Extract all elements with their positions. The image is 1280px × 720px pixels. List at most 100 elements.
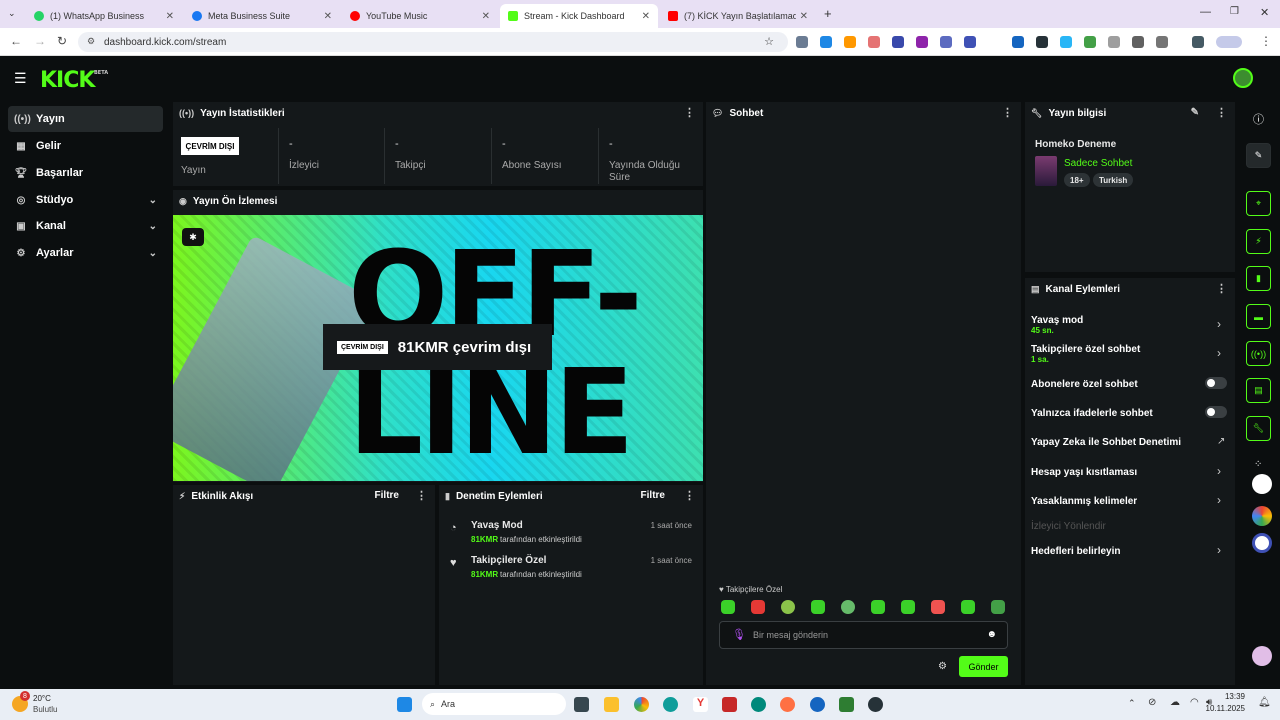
extension-icon[interactable] bbox=[892, 36, 904, 48]
more-options-icon[interactable]: ⋮ bbox=[416, 489, 427, 502]
forward-icon[interactable]: → bbox=[34, 34, 46, 48]
emote-icon[interactable] bbox=[901, 600, 915, 614]
filter-button[interactable]: Filtre bbox=[375, 490, 399, 501]
tab-youtube-music[interactable]: YouTube Music ✕ bbox=[342, 4, 498, 28]
task-view-icon[interactable] bbox=[574, 697, 589, 712]
action-followers-only[interactable]: Takipçilere özel sohbet 1 sa. bbox=[1031, 344, 1140, 364]
subscribers-only-toggle[interactable] bbox=[1205, 377, 1227, 389]
more-options-icon[interactable]: ⋮ bbox=[1216, 106, 1227, 119]
extension-icon[interactable] bbox=[1012, 36, 1024, 48]
extension-icon[interactable] bbox=[940, 36, 952, 48]
tab-youtube-video[interactable]: (7) KİCK Yayın Başlatılamadı Hat... ✕ bbox=[660, 4, 816, 28]
app-icon[interactable] bbox=[868, 697, 883, 712]
sidebar-extension-icon[interactable] bbox=[1252, 533, 1272, 553]
kick-logo[interactable]: KICK BETA bbox=[40, 68, 108, 93]
clock-time[interactable]: 13:39 bbox=[1221, 692, 1245, 701]
external-link-icon[interactable]: ↗ bbox=[1217, 436, 1225, 447]
filter-button[interactable]: Filtre bbox=[641, 490, 665, 501]
info-icon[interactable]: ⓘ bbox=[1253, 111, 1264, 127]
acrobat-icon[interactable] bbox=[722, 697, 737, 712]
action-banned-words[interactable]: Yasaklanmış kelimeler bbox=[1031, 496, 1137, 507]
sidebar-item-gelir[interactable]: ▦ Gelir bbox=[8, 133, 163, 159]
more-options-icon[interactable]: ⋮ bbox=[1216, 282, 1227, 295]
tab-meta-business[interactable]: Meta Business Suite ✕ bbox=[184, 4, 340, 28]
chevron-right-icon[interactable]: › bbox=[1217, 346, 1221, 360]
bookmark-star-icon[interactable]: ☆ bbox=[764, 35, 774, 48]
tab-whatsapp[interactable]: (1) WhatsApp Business ✕ bbox=[26, 4, 182, 28]
avatar[interactable] bbox=[1233, 68, 1253, 88]
minimize-icon[interactable]: — bbox=[1200, 6, 1211, 18]
extension-icon[interactable] bbox=[1060, 36, 1072, 48]
channel-actions-icon[interactable]: ▤ bbox=[1246, 378, 1271, 403]
scan-icon[interactable]: ⌖ bbox=[1246, 191, 1271, 216]
action-goals[interactable]: Hedefleri belirleyin bbox=[1031, 546, 1120, 557]
edit-pencil-icon[interactable]: ✎ bbox=[1191, 107, 1199, 118]
edge-icon[interactable] bbox=[663, 697, 678, 712]
sidebar-extension-icon[interactable] bbox=[1252, 506, 1272, 526]
close-icon[interactable]: ✕ bbox=[482, 11, 490, 22]
sidebar-item-basarilar[interactable]: 🏆︎ Başarılar bbox=[8, 160, 163, 186]
chrome-icon[interactable] bbox=[634, 697, 649, 712]
emote-icon[interactable] bbox=[931, 600, 945, 614]
more-options-icon[interactable]: ⋮ bbox=[1002, 106, 1013, 119]
tab-kick-dashboard[interactable]: Stream - Kick Dashboard ✕ bbox=[500, 4, 658, 28]
weather-temp[interactable]: 20°C bbox=[33, 694, 51, 703]
window-close-icon[interactable]: ✕ bbox=[1260, 6, 1269, 19]
onedrive-icon[interactable]: ☁ bbox=[1170, 697, 1180, 708]
firefox-icon[interactable] bbox=[780, 697, 795, 712]
wrench-icon[interactable]: 🔧︎ bbox=[1246, 416, 1271, 441]
emote-icon[interactable] bbox=[841, 600, 855, 614]
emote-icon[interactable] bbox=[811, 600, 825, 614]
more-options-icon[interactable]: ⋮ bbox=[684, 489, 695, 502]
emoji-icon[interactable]: ☻ bbox=[986, 629, 997, 640]
tray-chevron-up-icon[interactable]: ⌃ bbox=[1128, 698, 1136, 709]
more-options-icon[interactable]: ⋮ bbox=[684, 106, 695, 119]
extension-icon[interactable] bbox=[1132, 36, 1144, 48]
clock-date[interactable]: 10.11.2025 bbox=[1202, 704, 1245, 713]
sidebar-item-yayin[interactable]: ((•)) Yayın bbox=[8, 106, 163, 132]
emote-icon[interactable] bbox=[721, 600, 735, 614]
emote-icon[interactable] bbox=[751, 600, 765, 614]
moderation-icon[interactable]: ▮ bbox=[1246, 266, 1271, 291]
close-icon[interactable]: ✕ bbox=[166, 11, 174, 22]
chat-message-input[interactable]: 🎙︎ Bir mesaj gönderin ☻ bbox=[719, 621, 1008, 649]
extension-icon[interactable] bbox=[1108, 36, 1120, 48]
lightning-icon[interactable]: ⚡︎ bbox=[1246, 229, 1271, 254]
extension-icon[interactable] bbox=[964, 36, 976, 48]
extension-icon[interactable] bbox=[868, 36, 880, 48]
moderation-item-user[interactable]: 81KMR bbox=[471, 570, 498, 579]
emote-icon[interactable] bbox=[781, 600, 795, 614]
sidebar-item-ayarlar[interactable]: ⚙ Ayarlar ⌄ bbox=[8, 240, 163, 266]
nvidia-icon[interactable] bbox=[839, 697, 854, 712]
yandex-icon[interactable]: Y bbox=[693, 697, 708, 712]
file-explorer-icon[interactable] bbox=[604, 697, 619, 712]
chevron-right-icon[interactable]: › bbox=[1217, 493, 1221, 507]
emote-icon[interactable] bbox=[871, 600, 885, 614]
tab-list-chevron-icon[interactable]: ⌄ bbox=[8, 8, 16, 19]
hamburger-menu-icon[interactable]: ☰ bbox=[14, 70, 27, 87]
category-link[interactable]: Sadece Sohbet bbox=[1064, 158, 1132, 169]
site-info-icon[interactable]: ⚙ bbox=[87, 36, 95, 47]
action-account-age[interactable]: Hesap yaşı kısıtlaması bbox=[1031, 467, 1137, 478]
back-icon[interactable]: ← bbox=[10, 34, 22, 48]
action-slow-mode[interactable]: Yavaş mod 45 sn. bbox=[1031, 315, 1083, 335]
action-ai-moderation[interactable]: Yapay Zeka ile Sohbet Denetimi bbox=[1031, 437, 1181, 448]
notifications-icon[interactable]: 🔔︎ bbox=[1258, 697, 1271, 708]
restore-icon[interactable]: ❐ bbox=[1230, 6, 1239, 17]
extension-icon[interactable] bbox=[1036, 36, 1048, 48]
preview-settings-icon[interactable]: ✱ bbox=[182, 228, 204, 246]
network-off-icon[interactable]: ⊘ bbox=[1148, 697, 1156, 708]
emote-icon[interactable] bbox=[961, 600, 975, 614]
extension-icon[interactable] bbox=[820, 36, 832, 48]
sidebar-item-kanal[interactable]: ▣ Kanal ⌄ bbox=[8, 213, 163, 239]
profile-icon[interactable] bbox=[1216, 36, 1242, 48]
sidebar-extension-icon[interactable] bbox=[1252, 474, 1272, 494]
extension-icon[interactable] bbox=[916, 36, 928, 48]
app-icon[interactable] bbox=[751, 697, 766, 712]
emote-icon[interactable] bbox=[991, 600, 1005, 614]
extensions-puzzle-icon[interactable] bbox=[1156, 36, 1168, 48]
close-icon[interactable]: ✕ bbox=[642, 11, 650, 22]
browser-menu-icon[interactable]: ⋮ bbox=[1260, 34, 1272, 48]
sidebar-extension-icon[interactable] bbox=[1252, 646, 1272, 666]
microphone-icon[interactable]: 🎙︎ bbox=[732, 628, 746, 641]
